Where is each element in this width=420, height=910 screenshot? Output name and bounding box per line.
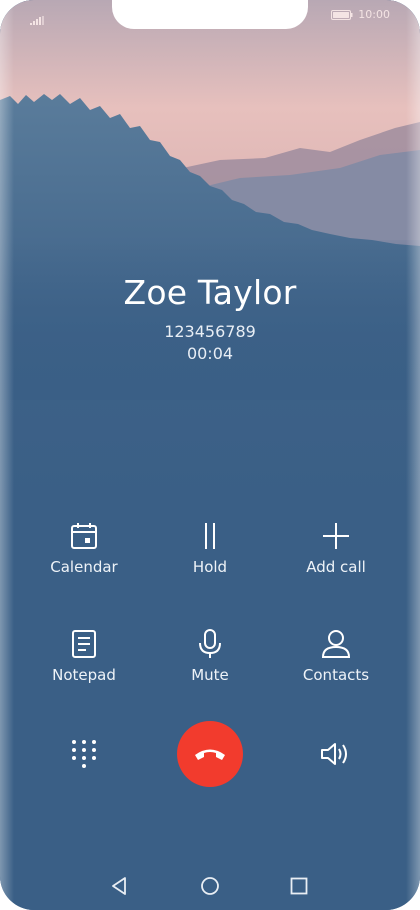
end-call-button[interactable] xyxy=(177,721,243,787)
add-call-label: Add call xyxy=(306,558,366,576)
notepad-button[interactable]: Notepad xyxy=(24,628,144,684)
hold-button[interactable]: Hold xyxy=(150,520,270,576)
call-screen: 10:00 Zoe Taylor 123456789 00:04 Calenda… xyxy=(0,0,420,910)
pause-icon xyxy=(205,523,215,549)
calendar-label: Calendar xyxy=(50,558,118,576)
status-right: 10:00 xyxy=(331,8,390,21)
calendar-button[interactable]: Calendar xyxy=(24,520,144,576)
caller-number: 123456789 xyxy=(164,322,256,341)
hold-label: Hold xyxy=(192,558,228,576)
screen-edge-right xyxy=(406,0,420,910)
add-call-button[interactable]: Add call xyxy=(276,520,396,576)
notepad-label: Notepad xyxy=(52,666,116,684)
contacts-label: Contacts xyxy=(302,666,370,684)
call-timer: 00:04 xyxy=(186,344,234,363)
signal-icon xyxy=(30,10,44,29)
end-call-icon xyxy=(195,749,225,760)
status-time: 10:00 xyxy=(358,8,390,21)
contacts-button[interactable]: Contacts xyxy=(276,628,396,684)
microphone-icon xyxy=(199,629,221,658)
screen-edge-left xyxy=(0,0,14,910)
home-button[interactable] xyxy=(200,876,220,900)
back-button[interactable] xyxy=(110,876,128,900)
plus-icon xyxy=(323,523,349,549)
speaker-button[interactable] xyxy=(320,740,352,772)
mute-label: Mute xyxy=(191,666,229,684)
notepad-icon xyxy=(72,630,96,658)
dialpad-icon xyxy=(72,740,96,768)
dialpad-button[interactable] xyxy=(70,738,98,774)
navigation-bar xyxy=(0,872,420,902)
speaker-icon xyxy=(321,743,347,765)
calendar-icon xyxy=(71,523,97,549)
contact-icon xyxy=(321,630,351,658)
battery-icon xyxy=(331,9,353,20)
caller-name: Zoe Taylor xyxy=(123,273,297,312)
mute-button[interactable]: Mute xyxy=(150,628,270,684)
back-icon xyxy=(112,877,126,895)
camera-notch xyxy=(112,0,308,29)
home-icon xyxy=(201,877,219,895)
recents-button[interactable] xyxy=(290,877,308,899)
recents-icon xyxy=(290,877,308,895)
